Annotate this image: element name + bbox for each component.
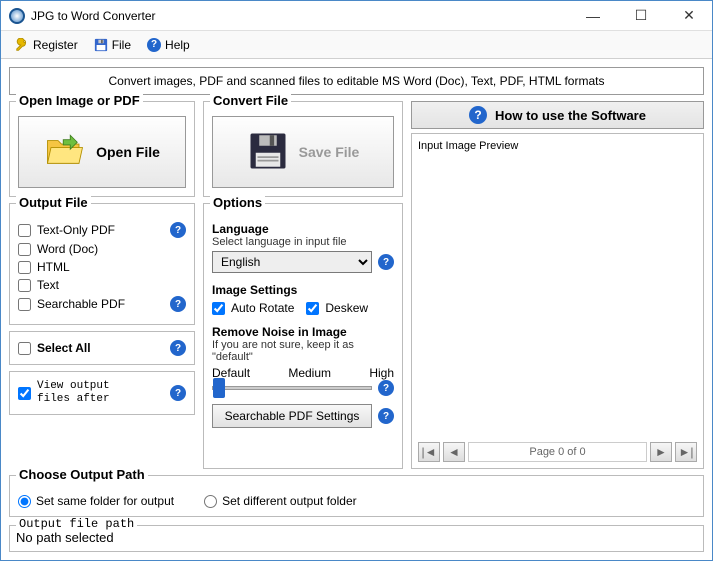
- lbl-deskew: Deskew: [325, 301, 368, 315]
- lbl-auto-rotate: Auto Rotate: [231, 301, 294, 315]
- radio-diff-folder[interactable]: [204, 495, 217, 508]
- language-desc: Select language in input file: [212, 236, 394, 248]
- output-file-title: Output File: [16, 195, 91, 210]
- open-file-button[interactable]: Open File: [18, 116, 186, 188]
- howto-help-icon: ?: [469, 106, 487, 124]
- choose-path-title: Choose Output Path: [16, 467, 148, 482]
- help-view-after[interactable]: ?: [170, 385, 186, 401]
- slider-label-high: High: [369, 366, 394, 380]
- chk-word[interactable]: [18, 243, 31, 256]
- help-noise[interactable]: ?: [378, 380, 394, 396]
- banner-text: Convert images, PDF and scanned files to…: [9, 67, 704, 95]
- preview-label: Input Image Preview: [418, 140, 697, 152]
- help-pdf-settings[interactable]: ?: [378, 408, 394, 424]
- maximize-button[interactable]: ☐: [626, 6, 656, 26]
- save-file-label: Save File: [299, 144, 360, 160]
- preview-area: [418, 156, 697, 438]
- howto-bar[interactable]: ? How to use the Software: [411, 101, 704, 129]
- lbl-text: Text: [37, 278, 186, 292]
- menubar: Register File ? Help: [1, 31, 712, 59]
- pager-first[interactable]: |◄: [418, 442, 440, 462]
- noise-slider[interactable]: [212, 386, 372, 390]
- menu-help-label: Help: [165, 38, 190, 52]
- lbl-searchable-pdf: Searchable PDF: [37, 297, 164, 311]
- close-button[interactable]: ✕: [674, 6, 704, 26]
- preview-group: Input Image Preview |◄ ◄ Page 0 of 0 ► ►…: [411, 133, 704, 469]
- lbl-word: Word (Doc): [37, 242, 186, 256]
- chk-html[interactable]: [18, 261, 31, 274]
- app-icon: [9, 8, 25, 24]
- howto-title: How to use the Software: [495, 108, 646, 123]
- pager-last[interactable]: ►|: [675, 442, 697, 462]
- language-select[interactable]: English: [212, 251, 372, 273]
- help-language[interactable]: ?: [378, 254, 394, 270]
- lbl-view-after: View output files after: [37, 380, 164, 406]
- floppy-disk-icon: [247, 130, 289, 175]
- lbl-diff-folder: Set different output folder: [222, 494, 357, 508]
- chk-select-all[interactable]: [18, 342, 31, 355]
- lbl-html: HTML: [37, 260, 186, 274]
- image-settings-title: Image Settings: [212, 283, 394, 297]
- open-file-label: Open File: [96, 144, 160, 160]
- output-path-title: Output file path: [16, 517, 137, 531]
- window-title: JPG to Word Converter: [31, 9, 578, 23]
- output-path-value: No path selected: [16, 530, 697, 545]
- noise-desc: If you are not sure, keep it as "default…: [212, 339, 394, 363]
- disk-icon: [94, 38, 108, 52]
- minimize-button[interactable]: —: [578, 6, 608, 26]
- convert-section-title: Convert File: [210, 93, 291, 108]
- folder-open-icon: [44, 130, 86, 175]
- lbl-text-only-pdf: Text-Only PDF: [37, 223, 164, 237]
- menu-file-label: File: [112, 38, 131, 52]
- pager-prev[interactable]: ◄: [443, 442, 465, 462]
- chk-text-only-pdf[interactable]: [18, 224, 31, 237]
- chk-searchable-pdf[interactable]: [18, 298, 31, 311]
- help-text-only-pdf[interactable]: ?: [170, 222, 186, 238]
- language-title: Language: [212, 222, 394, 236]
- chk-text[interactable]: [18, 279, 31, 292]
- menu-register[interactable]: Register: [9, 36, 84, 54]
- key-icon: [15, 38, 29, 52]
- lbl-select-all: Select All: [37, 341, 164, 355]
- menu-help[interactable]: ? Help: [141, 36, 196, 54]
- help-icon: ?: [147, 38, 161, 52]
- help-select-all[interactable]: ?: [170, 340, 186, 356]
- open-section-title: Open Image or PDF: [16, 93, 143, 108]
- options-title: Options: [210, 195, 265, 210]
- pager-label: Page 0 of 0: [468, 442, 647, 462]
- save-file-button[interactable]: Save File: [212, 116, 394, 188]
- searchable-pdf-settings-button[interactable]: Searchable PDF Settings: [212, 404, 372, 428]
- lbl-same-folder: Set same folder for output: [36, 494, 174, 508]
- chk-auto-rotate[interactable]: [212, 302, 225, 315]
- chk-deskew[interactable]: [306, 302, 319, 315]
- chk-view-after[interactable]: [18, 387, 31, 400]
- pager-next[interactable]: ►: [650, 442, 672, 462]
- menu-register-label: Register: [33, 38, 78, 52]
- menu-file[interactable]: File: [88, 36, 137, 54]
- radio-same-folder[interactable]: [18, 495, 31, 508]
- noise-title: Remove Noise in Image: [212, 325, 394, 339]
- titlebar: JPG to Word Converter — ☐ ✕: [1, 1, 712, 31]
- help-searchable-pdf[interactable]: ?: [170, 296, 186, 312]
